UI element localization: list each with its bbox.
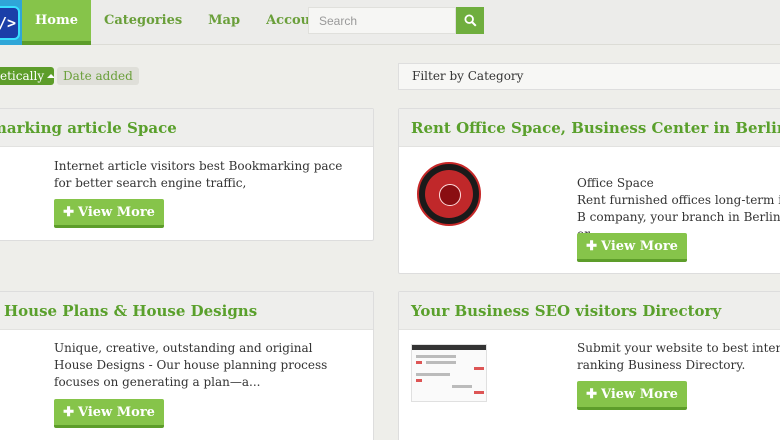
sort-date-added-button[interactable]: Date added [57, 67, 139, 85]
view-more-label: View More [77, 205, 155, 220]
listing-title[interactable]: House Plans & House Designs [0, 292, 373, 330]
search-form [308, 7, 484, 34]
site-logo[interactable]: /> [0, 0, 22, 45]
code-icon: /> [0, 6, 20, 40]
listing-card: Your Business SEO visitors Directory Sub… [398, 291, 780, 440]
listing-card: marking article Space Internet article v… [0, 108, 374, 241]
search-button[interactable] [456, 7, 484, 34]
top-navbar: /> Home Categories Map Account [0, 0, 780, 45]
listing-subtitle: Office Space [577, 176, 654, 190]
search-icon [463, 14, 477, 27]
view-more-button[interactable]: ✚ View More [577, 381, 687, 410]
listing-card: Rent Office Space, Business Center in Be… [398, 108, 780, 274]
caret-up-icon [47, 74, 54, 78]
view-more-button[interactable]: ✚ View More [54, 199, 164, 228]
listing-description: Unique, creative, outstanding and origin… [54, 341, 328, 389]
main-nav: Home Categories Map Account [22, 0, 339, 45]
view-more-button[interactable]: ✚ View More [54, 399, 164, 428]
filter-by-category-dropdown[interactable]: Filter by Category [398, 63, 780, 90]
sort-alphabetically-button[interactable]: etically [0, 67, 54, 85]
view-more-button[interactable]: ✚ View More [577, 233, 687, 262]
view-more-label: View More [600, 239, 678, 254]
dragon-icon [439, 184, 461, 206]
nav-map[interactable]: Map [195, 0, 253, 45]
view-more-label: View More [600, 387, 678, 402]
sort-alphabetically-label: etically [0, 69, 45, 83]
listing-description: Internet article visitors best Bookmarki… [54, 159, 343, 190]
nav-categories[interactable]: Categories [91, 0, 195, 45]
listing-title[interactable]: Your Business SEO visitors Directory [399, 292, 780, 330]
plus-icon: ✚ [586, 239, 597, 254]
directory-screenshot-thumbnail[interactable] [411, 344, 487, 402]
listing-description: Submit your website to best internet ran… [577, 341, 780, 372]
plus-icon: ✚ [63, 205, 74, 220]
nav-home[interactable]: Home [22, 0, 91, 45]
listing-title[interactable]: marking article Space [0, 109, 373, 147]
business-center-logo[interactable] [417, 162, 481, 226]
search-input[interactable] [308, 7, 456, 34]
view-more-label: View More [77, 405, 155, 420]
listing-title[interactable]: Rent Office Space, Business Center in Be… [399, 109, 780, 147]
plus-icon: ✚ [63, 405, 74, 420]
plus-icon: ✚ [586, 387, 597, 402]
listing-card: House Plans & House Designs Unique, crea… [0, 291, 374, 440]
